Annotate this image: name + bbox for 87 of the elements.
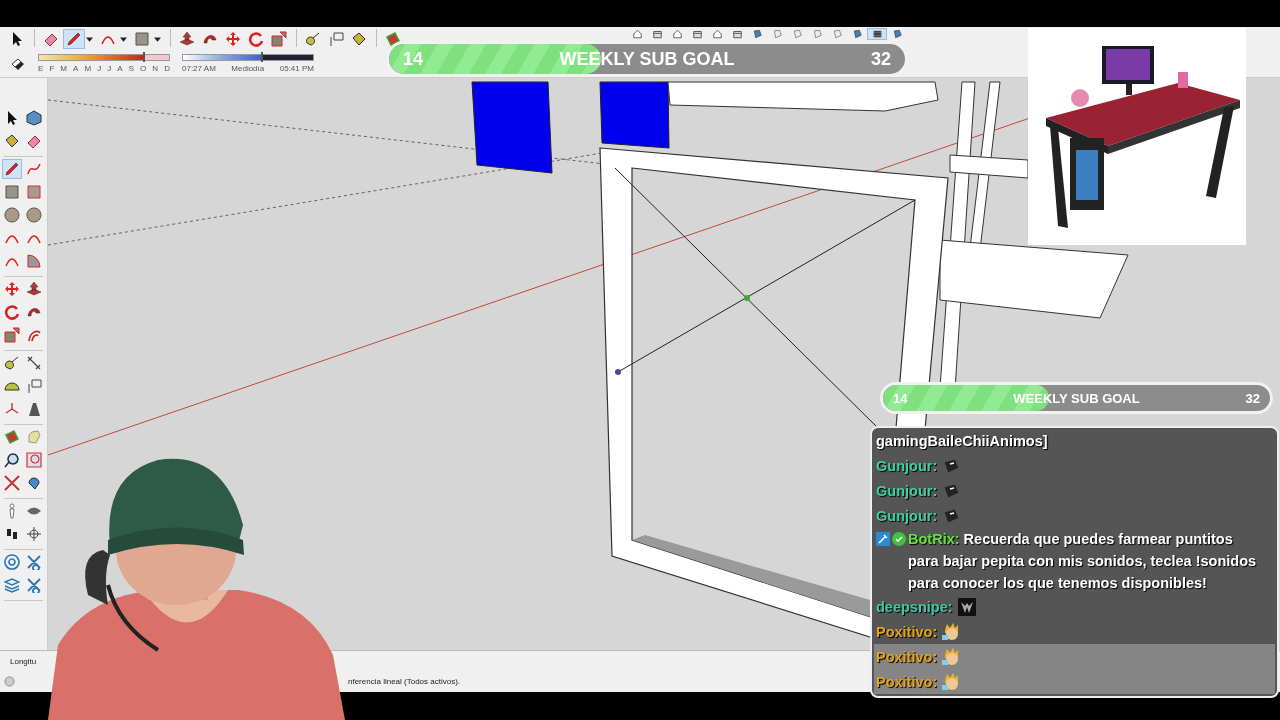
layers-icon <box>4 577 20 593</box>
rectangle-icon <box>4 184 20 200</box>
month-label: A <box>73 64 79 73</box>
badge-icon <box>876 532 890 546</box>
block-shape <box>599 81 670 149</box>
month-label: N <box>152 64 159 73</box>
goal-target: 32 <box>870 48 891 70</box>
block-icon <box>751 29 763 39</box>
date-slider[interactable] <box>38 54 170 61</box>
settings-icon <box>4 554 20 570</box>
tool-button[interactable] <box>2 450 22 470</box>
month-label: D <box>164 64 170 73</box>
scale-icon <box>271 31 287 47</box>
chat-message: BotRix: Recuerda que puedes farmear puntitos para bajar pepita con mis sonidos, teclea !sonidos para conocer los que tenemos disponibles! <box>908 530 1258 593</box>
box-icon <box>691 29 703 39</box>
month-label: O <box>140 64 147 73</box>
rectangle-icon <box>26 184 42 200</box>
chat-username: Gunjour: <box>876 507 938 524</box>
time-label: 05:41 PM <box>279 64 314 73</box>
month-label: E <box>38 64 44 73</box>
rotate-icon <box>4 304 20 320</box>
endpoint-marker <box>615 369 621 375</box>
zoom-window-icon <box>26 452 42 468</box>
goal-current: 14 <box>403 48 424 70</box>
time-label: Mediodía <box>231 64 265 73</box>
chat-username: Poxitivo: <box>876 648 938 665</box>
midpoint-marker <box>744 295 750 301</box>
striped-block-icon <box>871 29 883 39</box>
chat-username: Poxitivo: <box>876 673 938 690</box>
zoom-icon <box>4 452 20 468</box>
block-icon <box>851 29 863 39</box>
block-icon <box>891 29 903 39</box>
pencil-icon <box>4 161 20 177</box>
verified-icon <box>892 532 906 546</box>
house-icon <box>711 29 723 39</box>
measurement-label: Longitu <box>10 656 37 666</box>
month-label: M <box>84 64 92 73</box>
pie-icon <box>26 253 42 269</box>
month-label: S <box>128 64 134 73</box>
chat-username: Poxitivo: <box>876 623 938 640</box>
circle-icon <box>26 207 42 223</box>
chat-message: gamingBaileChiiAnimos] <box>876 431 1048 451</box>
time-label: 07:27 AM <box>182 64 216 73</box>
tool-button[interactable] <box>867 28 887 40</box>
text-label-icon <box>328 31 344 47</box>
rotate-icon <box>248 31 264 47</box>
freehand-icon <box>26 161 42 177</box>
goal-target: 32 <box>1245 390 1260 406</box>
tool-button[interactable] <box>24 108 44 128</box>
month-label: A <box>117 64 123 73</box>
scale-icon <box>4 327 20 343</box>
text-label-icon <box>26 378 42 394</box>
dimension-icon <box>26 355 42 371</box>
goal-current: 14 <box>893 390 908 406</box>
cube-icon <box>26 110 42 126</box>
shadow-icon[interactable] <box>10 56 26 72</box>
month-label: M <box>60 64 67 73</box>
house-icon <box>631 29 643 39</box>
chat-username: deepsnipe: <box>876 598 953 615</box>
box-icon <box>731 29 743 39</box>
tape-measure-icon <box>4 355 20 371</box>
month-label: J <box>107 64 112 73</box>
push-pull-icon <box>26 281 42 297</box>
box-icon <box>651 29 663 39</box>
shape-icon <box>26 401 42 417</box>
eraser-icon <box>26 133 42 149</box>
tape-measure-icon <box>305 31 321 47</box>
mask-emote-icon <box>956 596 977 617</box>
move-icon <box>225 31 241 47</box>
chat-username: Gunjour: <box>876 482 938 499</box>
month-label: J <box>97 64 102 73</box>
move-icon <box>4 281 20 297</box>
pencil-icon <box>66 31 82 47</box>
crosshair-icon <box>26 526 42 542</box>
chat-username: Gunjour: <box>876 457 938 474</box>
month-label: F <box>49 64 55 73</box>
caret-icon[interactable] <box>120 37 127 43</box>
time-slider[interactable] <box>182 54 314 61</box>
caret-icon[interactable] <box>154 37 161 43</box>
circle-icon <box>4 207 20 223</box>
house-icon <box>671 29 683 39</box>
push-pull-icon <box>179 31 195 47</box>
eraser-icon <box>43 31 59 47</box>
rectangle-icon <box>134 31 150 47</box>
caret-icon[interactable] <box>86 37 93 43</box>
axes-icon <box>4 401 20 417</box>
status-hint: nferencia lineal (Todos activos). <box>348 676 461 686</box>
